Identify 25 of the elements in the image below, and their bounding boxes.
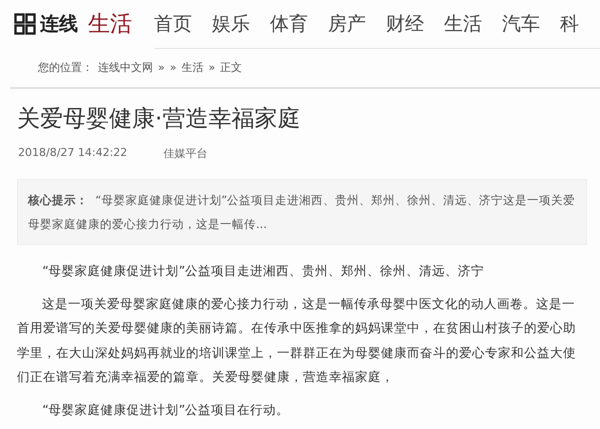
nav-link[interactable]: 科 <box>560 10 579 36</box>
nav-link[interactable]: 汽车 <box>502 10 540 36</box>
breadcrumb-label: 您的位置： <box>38 60 93 75</box>
nav-link[interactable]: 生活 <box>444 10 482 36</box>
article-paragraph: “母婴家庭健康促进计划”公益项目走进湘西、贵州、郑州、徐州、清远、济宁 <box>41 262 486 280</box>
article-paragraph: “母婴家庭健康促进计划”公益项目在行动。 <box>41 400 290 418</box>
breadcrumb-item[interactable]: » <box>170 61 176 74</box>
breadcrumb-item[interactable]: 生活 <box>181 60 204 75</box>
article-paragraph: 这是一项关爱母婴家庭健康的爱心接力行动，这是一幅传承母婴中医文化的动人画卷。这是一首用爱谱写的关爱母婴健康的美丽诗篇。在传承中医推拿的妈妈课堂中，在贫困山村孩子的爱心助学里，在大山深处妈妈再就业的培训课堂上，一群群正在为母婴健康而奋斗的爱心专家和公益大使们正在谱写着充满幸福爱的篇章。关爱母婴健康，营造幸福家庭， <box>17 294 577 386</box>
breadcrumb-item[interactable]: » <box>208 61 216 74</box>
breadcrumb-item[interactable]: 正文 <box>220 60 242 75</box>
nav-link[interactable]: 娱乐 <box>212 10 250 36</box>
article-title: 关爱母婴健康·营造幸福家庭 <box>17 105 302 134</box>
breadcrumb-item[interactable]: 连线中文网 <box>98 60 153 75</box>
publish-date: 2018/8/27 14:42:22 <box>18 146 128 161</box>
logo-icon <box>14 13 36 35</box>
nav-link[interactable]: 体育 <box>270 10 308 36</box>
logo-text: 连线 <box>40 12 78 37</box>
breadcrumb-item[interactable]: » <box>158 61 165 74</box>
nav-link[interactable]: 首页 <box>154 10 192 36</box>
summary-box: 核心提示： “母婴家庭健康促进计划”公益项目走进湘西、贵州、郑州、徐州、清远、济宁这是一项关爱母婴家庭健康的爱心接力行动，这是一幅传... <box>17 179 587 245</box>
section-title: 生活 <box>88 11 132 39</box>
article-source: 佳媒平台 <box>163 146 208 161</box>
nav-link[interactable]: 房产 <box>328 10 366 36</box>
nav-link[interactable]: 财经 <box>386 10 424 36</box>
